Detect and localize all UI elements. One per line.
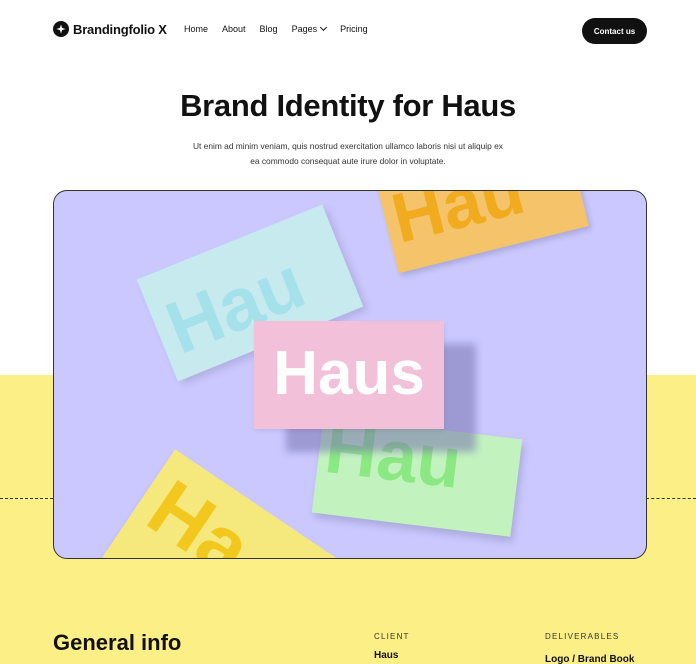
hero-description: Ut enim ad minim veniam, quis nostrud ex… [192,141,503,166]
card-pink-text: Haus [273,339,425,408]
deliverables-label: DELIVERABLES [545,632,620,641]
client-label: CLIENT [374,632,410,641]
brand-name: Brandingfolio X [73,21,167,37]
client-value: Haus [374,650,399,661]
card-orange-text: Hau [384,190,532,258]
navbar: Brandingfolio X Home About Blog Pages Pr… [0,0,696,62]
brand-logo-link[interactable]: Brandingfolio X [53,21,167,37]
business-card-yellow: Ha [102,449,338,559]
general-info-heading: General info [53,630,182,655]
business-card-pink: Haus [254,321,444,429]
page-title: Brand Identity for Haus [180,88,516,123]
dashed-divider-right [646,498,696,499]
sparkle-logo-icon [53,21,69,37]
nav-link-home[interactable]: Home [184,24,208,34]
business-card-orange: Hau [375,190,589,274]
chevron-down-icon [320,23,328,32]
nav-link-pages-label: Pages [291,24,318,34]
card-yellow-text: Ha [133,462,268,559]
contact-us-button[interactable]: Contact us [582,18,647,44]
hero-image: Hau Hau Hau Ha Haus [53,190,647,559]
nav-link-pages[interactable]: Pages [291,23,328,34]
deliverables-value: Logo / Brand Book [545,654,635,664]
dashed-divider-left [0,498,53,499]
nav-link-pricing[interactable]: Pricing [340,24,368,34]
nav-link-blog[interactable]: Blog [260,24,278,34]
main-nav: Home About Blog Pages Pricing [184,23,368,34]
nav-link-about[interactable]: About [222,24,246,34]
